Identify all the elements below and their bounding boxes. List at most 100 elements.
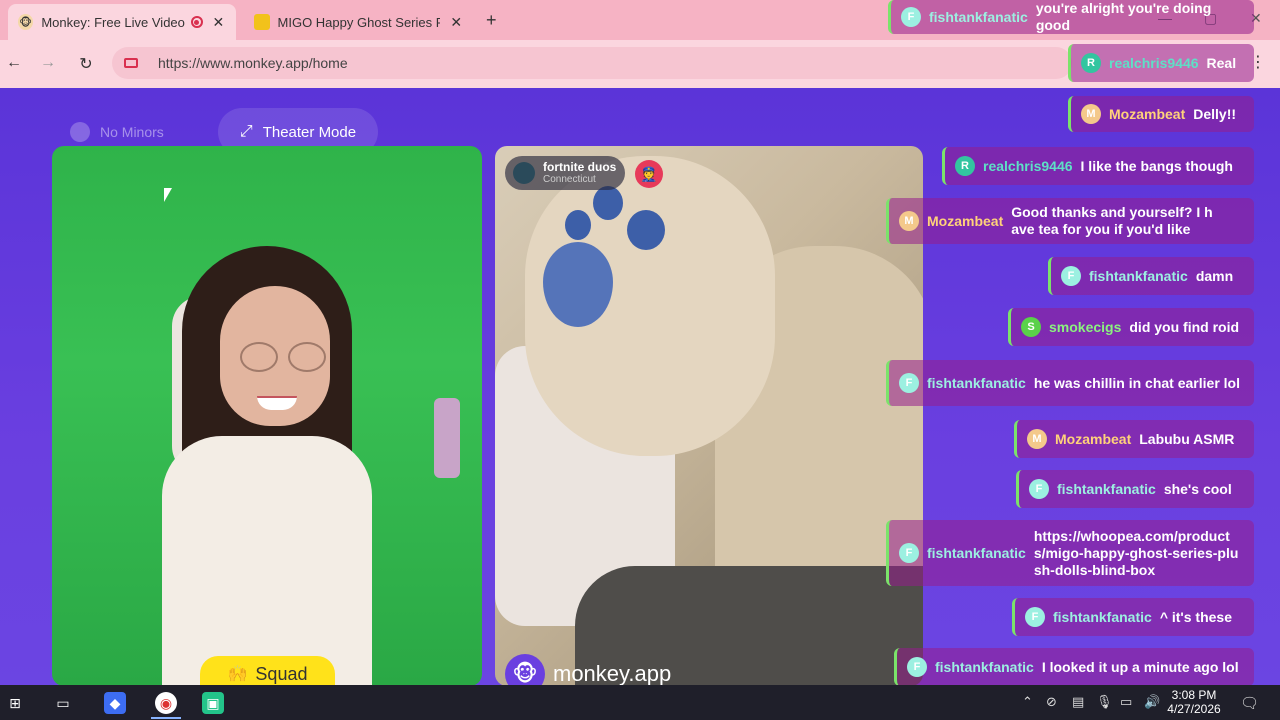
chat-username[interactable]: realchris9446 — [1109, 55, 1199, 71]
chat-avatar: F — [907, 657, 927, 677]
chat-message: Ffishtankfanatic you're alright you're do… — [888, 0, 1254, 34]
chat-text: damn — [1195, 267, 1234, 284]
chat-text: https://whoopea.com/products/migo-happy-… — [1033, 527, 1239, 578]
chat-avatar: M — [899, 211, 919, 231]
phone — [434, 398, 460, 478]
app-green-icon[interactable]: ▣ — [202, 692, 224, 714]
tray-mic-icon[interactable]: 🎙 — [1096, 694, 1113, 710]
theater-mode-label: Theater Mode — [262, 123, 357, 141]
chat-message: Ffishtankfanatic he was chillin in chat e… — [886, 360, 1254, 406]
chat-username[interactable]: fishtankfanatic — [1053, 609, 1152, 625]
monkey-icon: 🐵 — [18, 14, 34, 30]
paw-pad — [627, 210, 665, 250]
chat-text: Real — [1206, 54, 1237, 71]
address-bar[interactable]: https://www.monkey.app/home — [112, 47, 1072, 79]
close-tab-icon[interactable]: ✕ — [211, 14, 226, 31]
glasses — [240, 342, 330, 372]
chat-username[interactable]: fishtankfanatic — [1089, 268, 1188, 284]
chat-message: Ffishtankfanatic I looked it up a minute … — [894, 648, 1254, 686]
chat-text: he was chillin in chat earlier lol — [1033, 374, 1240, 391]
paw-pad — [593, 186, 623, 220]
brand-watermark: 🐵 monkey.app — [505, 654, 671, 685]
chat-username[interactable]: fishtankfanatic — [935, 659, 1034, 675]
chat-message: Ssmokecigs did you find roid — [1008, 308, 1254, 346]
local-video: 🙌 Squad — [52, 146, 482, 685]
tab-monkey[interactable]: 🐵 Monkey: Free Live Video Ch ✕ — [8, 4, 236, 40]
chat-username[interactable]: fishtankfanatic — [927, 545, 1026, 561]
tab-migo[interactable]: MIGO Happy Ghost Series Plush ✕ — [244, 4, 474, 40]
windows-start-icon[interactable]: ⊞ — [4, 692, 26, 714]
chat-text: I like the bangs though — [1080, 157, 1233, 174]
chat-username[interactable]: fishtankfanatic — [1057, 481, 1156, 497]
chat-avatar: F — [1061, 266, 1081, 286]
clock-time: 3:08 PM — [1171, 688, 1217, 702]
tab-title: Monkey: Free Live Video Ch — [41, 14, 185, 30]
taskbar-clock[interactable]: 3:08 PM 4/27/2026 — [1166, 688, 1222, 716]
monkey-emoji-icon: 🙌 — [227, 666, 248, 683]
chat-message: M Mozambeat Good thanks and yourself? I ha… — [886, 198, 1254, 244]
brand-label: monkey.app — [553, 661, 672, 685]
chat-message: M Mozambeat Labubu ASMR — [1014, 420, 1254, 458]
remote-user-location: Connecticut — [543, 174, 596, 185]
camera-icon — [124, 58, 138, 68]
squad-button[interactable]: 🙌 Squad — [200, 656, 335, 685]
close-tab-icon[interactable]: ✕ — [448, 14, 464, 31]
chat-username[interactable]: fishtankfanatic — [929, 9, 1028, 25]
notifications-icon[interactable]: 🗨 — [1240, 694, 1259, 712]
chat-message: Ffishtankfanatic she's cool — [1016, 470, 1254, 508]
migo-icon — [254, 14, 270, 30]
chat-avatar: F — [1025, 607, 1045, 627]
tray-volume-icon[interactable]: 🔊 — [1144, 694, 1160, 710]
clock-date: 4/27/2026 — [1167, 702, 1221, 716]
chat-username[interactable]: Mozambeat — [1109, 106, 1185, 122]
chat-message: Ffishtankfanatic ^ it's these — [1012, 598, 1254, 636]
remote-video: fortnite duos Connecticut 👮 🐵 monkey.app — [495, 146, 923, 685]
chat-message: M Mozambeat Delly!! — [1068, 96, 1254, 132]
taskbar: ⊞ ▭ ◆ ◉ ▣ ⌃ ⊘ ▤ 🎙 ▭ 🔊 3:08 PM 4/27/2026 … — [0, 685, 1280, 720]
tray-network-icon[interactable]: ▭ — [1120, 694, 1132, 710]
chat-avatar: M — [1027, 429, 1047, 449]
app-blue-icon[interactable]: ◆ — [104, 692, 126, 714]
chrome-icon[interactable]: ◉ — [151, 692, 181, 719]
paw-pad — [565, 210, 591, 240]
recording-icon — [191, 16, 203, 28]
police-badge-icon[interactable]: 👮 — [635, 160, 663, 188]
chat-username[interactable]: Mozambeat — [927, 213, 1003, 229]
reload-button[interactable]: ↻ — [76, 54, 96, 74]
chat-message: Rrealchris9446 I like the bangs though — [942, 147, 1254, 185]
tray-network-off-icon[interactable]: ⊘ — [1046, 694, 1057, 710]
chat-avatar: F — [899, 543, 919, 563]
no-minors-toggle[interactable]: No Minors — [70, 122, 164, 142]
chat-avatar: F — [901, 7, 921, 27]
chat-avatar: S — [1021, 317, 1041, 337]
task-view-icon[interactable]: ▭ — [52, 692, 74, 714]
remote-user-name: fortnite duos — [543, 160, 617, 174]
tab-title: MIGO Happy Ghost Series Plush — [277, 14, 441, 30]
remote-user-tag[interactable]: fortnite duos Connecticut — [505, 156, 625, 190]
chat-username[interactable]: Mozambeat — [1055, 431, 1131, 447]
avatar — [513, 162, 535, 184]
chat-username[interactable]: realchris9446 — [983, 158, 1073, 174]
chat-avatar: F — [899, 373, 919, 393]
tray-device-icon[interactable]: ▤ — [1072, 694, 1084, 710]
chat-text: Good thanks and yourself? I have tea for… — [1011, 204, 1213, 237]
chat-username[interactable]: smokecigs — [1049, 319, 1121, 335]
squad-label: Squad — [255, 663, 308, 684]
no-minors-label: No Minors — [100, 124, 164, 140]
mouse-cursor-icon — [164, 188, 172, 202]
chat-text: Delly!! — [1193, 105, 1237, 122]
tray-chevron-icon[interactable]: ⌃ — [1022, 694, 1033, 710]
no-minors-icon — [70, 122, 90, 142]
chat-avatar: F — [1029, 479, 1049, 499]
monkey-logo-icon: 🐵 — [505, 654, 545, 685]
chat-message: Rrealchris9446 Real — [1068, 44, 1254, 82]
new-tab-button[interactable]: + — [486, 10, 497, 31]
url-text: https://www.monkey.app/home — [158, 55, 348, 71]
chat-text: ^ it's these — [1159, 608, 1233, 625]
chat-text: Labubu ASMR — [1139, 430, 1235, 447]
chat-username[interactable]: fishtankfanatic — [927, 375, 1026, 391]
expand-icon: ⤢ — [239, 123, 253, 140]
back-button[interactable]: ← — [4, 54, 24, 72]
forward-button[interactable]: → — [38, 54, 58, 72]
chat-message: Ffishtankfanatic https://whoopea.com/prod… — [886, 520, 1254, 586]
